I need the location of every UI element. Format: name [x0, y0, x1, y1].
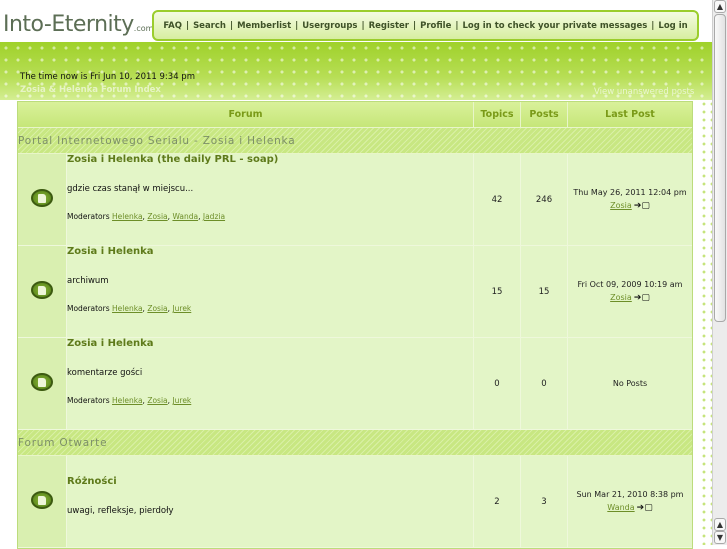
forum-folder-icon — [31, 281, 53, 299]
forum-last-post: No Posts — [568, 338, 692, 430]
moderator-link[interactable]: Zosia — [147, 212, 167, 221]
forum-moderators: Moderators Helenka, Zosia, Jurek — [67, 396, 192, 405]
site-logo[interactable]: Into-Eternity.com — [3, 12, 153, 37]
nav-register[interactable]: Register — [367, 21, 411, 31]
forum-posts-count: 246 — [521, 154, 568, 246]
moderator-link[interactable]: Wanda — [172, 212, 198, 221]
forum-description: komentarze gości — [67, 368, 143, 378]
forum-last-post: Sun Mar 21, 2010 8:38 pm Wanda ➔▢ — [568, 456, 692, 548]
decorative-dots — [700, 100, 712, 545]
last-post-user-link[interactable]: Zosia — [610, 201, 632, 210]
goto-last-post-icon[interactable]: ➔▢ — [637, 503, 653, 513]
forum-description: gdzie czas stanął w miejscu... — [67, 184, 194, 194]
moderator-link[interactable]: Zosia — [147, 396, 167, 405]
forum-last-post: Fri Oct 09, 2009 10:19 am Zosia ➔▢ — [568, 246, 692, 338]
forum-table: Forum Topics Posts Last Post Portal Inte… — [17, 101, 693, 549]
header-last-post: Last Post — [568, 102, 692, 128]
moderator-link[interactable]: Helenka — [112, 304, 143, 313]
forum-folder-icon — [31, 189, 53, 207]
nav-private-messages[interactable]: Log in to check your private messages — [460, 21, 649, 31]
forum-moderators: Moderators Helenka, Zosia, Jurek — [67, 304, 192, 313]
moderator-link[interactable]: Helenka — [112, 212, 143, 221]
top-navigation: FAQ | Search | Memberlist | Usergroups | Reg… — [152, 10, 699, 41]
forum-topics-count: 42 — [474, 154, 521, 246]
moderator-link[interactable]: Helenka — [112, 396, 143, 405]
forum-row: Zosia i Helenka archiwum Moderators Hele… — [18, 246, 692, 338]
forum-index-link[interactable]: Zosia & Helenka Forum Index — [20, 85, 161, 95]
forum-row: Zosia i Helenka (the daily PRL - soap) g… — [18, 154, 692, 246]
category-link[interactable]: Forum Otwarte — [18, 437, 107, 449]
last-post-user-link[interactable]: Zosia — [610, 293, 632, 302]
forum-row: Zosia i Helenka komentarze gości Moderat… — [18, 338, 692, 430]
forum-name-link[interactable]: Zosia i Helenka — [67, 246, 473, 262]
forum-topics-count: 0 — [474, 338, 521, 430]
scroll-up-button-bottom[interactable]: ▲ — [714, 518, 726, 531]
current-time: The time now is Fri Jun 10, 2011 9:34 pm — [20, 72, 195, 82]
forum-folder-icon — [31, 373, 53, 391]
category-row: Portal Internetowego Serialu - Zosia i H… — [18, 128, 692, 154]
nav-login[interactable]: Log in — [656, 21, 689, 31]
forum-row: Różności uwagi, refleksje, pierdoły 2 3 … — [18, 456, 692, 548]
forum-last-post: Thu May 26, 2011 12:04 pm Zosia ➔▢ — [568, 154, 692, 246]
forum-folder-icon — [31, 491, 53, 509]
table-header-row: Forum Topics Posts Last Post — [18, 102, 692, 128]
forum-name-link[interactable]: Różności — [67, 476, 473, 492]
last-post-user-link[interactable]: Wanda — [607, 503, 634, 512]
forum-moderators: Moderators Helenka, Zosia, Wanda, Jadzia — [67, 212, 226, 221]
moderator-link[interactable]: Jadzia — [203, 212, 225, 221]
forum-posts-count: 0 — [521, 338, 568, 430]
category-row: Forum Otwarte — [18, 430, 692, 456]
goto-last-post-icon[interactable]: ➔▢ — [634, 201, 650, 211]
forum-name-link[interactable]: Zosia i Helenka — [67, 338, 473, 354]
header-topics: Topics — [474, 102, 521, 128]
forum-name-link[interactable]: Zosia i Helenka (the daily PRL - soap) — [67, 154, 473, 170]
vertical-scrollbar[interactable]: ▲ ▲ ▼ — [712, 0, 727, 545]
header-forum: Forum — [18, 102, 474, 128]
moderator-link[interactable]: Jurek — [172, 396, 191, 405]
forum-description: uwagi, refleksje, pierdoły — [67, 506, 174, 516]
category-link[interactable]: Portal Internetowego Serialu - Zosia i H… — [18, 135, 295, 147]
unanswered-posts-link[interactable]: View unanswered posts — [594, 87, 694, 97]
forum-posts-count: 15 — [521, 246, 568, 338]
nav-faq[interactable]: FAQ — [161, 21, 184, 31]
forum-topics-count: 2 — [474, 456, 521, 548]
nav-usergroups[interactable]: Usergroups — [300, 21, 359, 31]
scroll-down-button[interactable]: ▼ — [714, 531, 726, 544]
moderator-link[interactable]: Zosia — [147, 304, 167, 313]
scroll-up-button[interactable]: ▲ — [714, 0, 726, 13]
header-posts: Posts — [521, 102, 568, 128]
forum-posts-count: 3 — [521, 456, 568, 548]
nav-search[interactable]: Search — [191, 21, 228, 31]
moderator-link[interactable]: Jurek — [172, 304, 191, 313]
forum-topics-count: 15 — [474, 246, 521, 338]
forum-description: archiwum — [67, 276, 109, 286]
nav-memberlist[interactable]: Memberlist — [235, 21, 293, 31]
scrollbar-thumb[interactable] — [714, 14, 726, 322]
goto-last-post-icon[interactable]: ➔▢ — [634, 293, 650, 303]
nav-profile[interactable]: Profile — [418, 21, 453, 31]
